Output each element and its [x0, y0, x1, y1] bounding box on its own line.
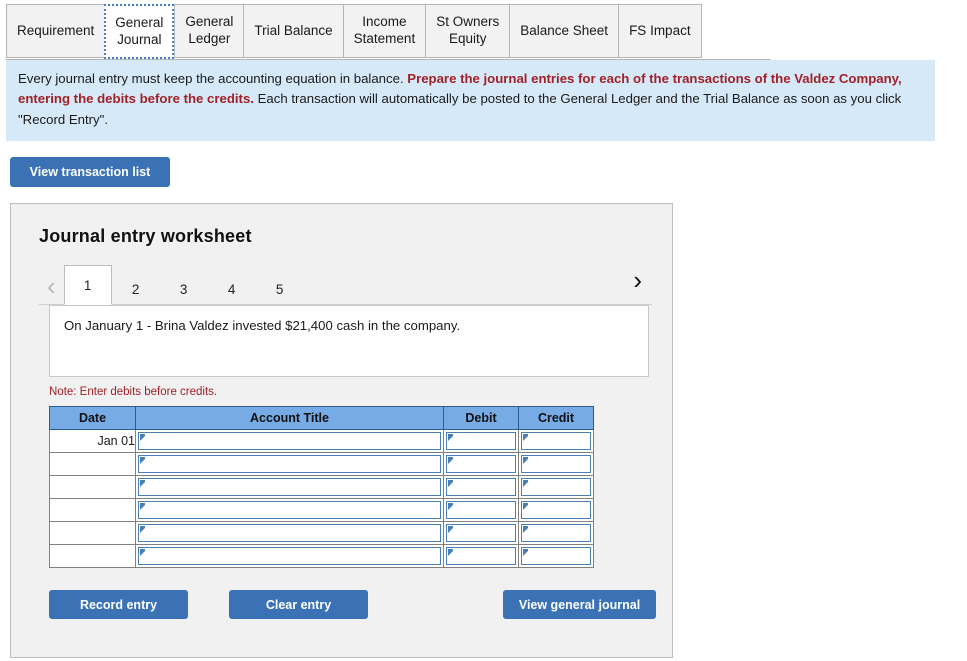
date-cell[interactable] — [49, 498, 136, 523]
account-title-input[interactable] — [138, 455, 441, 474]
journal-table-head: Date Account Title Debit Credit — [49, 406, 594, 431]
account-title-input[interactable] — [138, 524, 441, 543]
table-row — [49, 498, 594, 523]
account-title-input-cell — [135, 429, 444, 454]
column-header-credit: Credit — [518, 406, 594, 431]
worksheet-actions: Record entry Clear entry View general jo… — [49, 590, 656, 620]
transaction-description: On January 1 - Brina Valdez invested $21… — [49, 305, 649, 378]
tab-general-ledger[interactable]: General Ledger — [174, 4, 244, 58]
view-transaction-list-button[interactable]: View transaction list — [10, 157, 170, 188]
account-title-input-cell — [135, 544, 444, 569]
debit-input[interactable] — [446, 455, 516, 474]
debit-input-cell — [443, 498, 519, 523]
table-row: Jan 01 — [49, 429, 594, 454]
credit-input[interactable] — [521, 524, 591, 543]
tab-income-statement[interactable]: Income Statement — [342, 4, 426, 58]
debit-input-cell — [443, 475, 519, 500]
credit-input[interactable] — [521, 501, 591, 520]
journal-entry-table: Date Account Title Debit Credit Jan 01 — [49, 406, 594, 569]
worksheet-pager: ‹ 12345 › — [11, 265, 672, 306]
debit-input[interactable] — [446, 501, 516, 520]
account-title-input[interactable] — [138, 478, 441, 497]
debit-input[interactable] — [446, 547, 516, 566]
debit-input[interactable] — [446, 478, 516, 497]
credit-input-cell — [518, 521, 594, 546]
account-title-input[interactable] — [138, 501, 441, 520]
table-row — [49, 452, 594, 477]
pager-rule — [39, 304, 652, 306]
date-cell[interactable] — [49, 544, 136, 569]
column-header-account-title: Account Title — [135, 406, 444, 431]
account-title-input-cell — [135, 498, 444, 523]
tab-trial-balance[interactable]: Trial Balance — [243, 4, 343, 58]
toolbar: View transaction list — [10, 157, 967, 188]
page-tab-1[interactable]: 1 — [63, 265, 112, 306]
tab-st-owners-equity[interactable]: St Owners Equity — [425, 4, 510, 58]
journal-table-body: Jan 01 — [49, 429, 594, 569]
credit-input[interactable] — [521, 478, 591, 497]
credit-input-cell — [518, 498, 594, 523]
main-tabstrip: Requirement General Journal General Ledger… — [6, 4, 771, 60]
worksheet-title: Journal entry worksheet — [39, 226, 252, 247]
view-general-journal-button[interactable]: View general journal — [503, 590, 656, 620]
tab-fs-impact[interactable]: FS Impact — [618, 4, 702, 58]
date-cell[interactable] — [49, 475, 136, 500]
table-row — [49, 475, 594, 500]
account-title-input[interactable] — [138, 432, 441, 451]
credit-input[interactable] — [521, 432, 591, 451]
credit-input-cell — [518, 544, 594, 569]
debit-input-cell — [443, 429, 519, 454]
credit-input-cell — [518, 452, 594, 477]
page-tab-5[interactable]: 5 — [256, 273, 304, 305]
tab-list: Requirement General Journal General Ledger… — [6, 4, 771, 59]
date-cell[interactable] — [49, 452, 136, 477]
account-title-input[interactable] — [138, 547, 441, 566]
credit-input[interactable] — [521, 455, 591, 474]
clear-entry-button[interactable]: Clear entry — [229, 590, 368, 620]
tab-requirement[interactable]: Requirement — [6, 4, 105, 58]
chevron-right-icon[interactable]: › — [625, 267, 650, 299]
tabstrip-underline — [6, 59, 771, 60]
table-row — [49, 521, 594, 546]
account-title-input-cell — [135, 521, 444, 546]
credit-input-cell — [518, 475, 594, 500]
debit-input[interactable] — [446, 524, 516, 543]
credit-input[interactable] — [521, 547, 591, 566]
debits-before-credits-note: Note: Enter debits before credits. — [49, 386, 218, 399]
debit-input-cell — [443, 452, 519, 477]
account-title-input-cell — [135, 452, 444, 477]
column-header-date: Date — [49, 406, 136, 431]
banner-text-part1: Every journal entry must keep the accoun… — [18, 71, 404, 86]
debit-input-cell — [443, 544, 519, 569]
record-entry-button[interactable]: Record entry — [49, 590, 188, 620]
tab-balance-sheet[interactable]: Balance Sheet — [509, 4, 619, 58]
page-tab-list: 12345 — [63, 265, 304, 306]
page-tab-4[interactable]: 4 — [208, 273, 256, 305]
chevron-left-icon[interactable]: ‹ — [39, 273, 64, 305]
column-header-debit: Debit — [443, 406, 519, 431]
debit-input[interactable] — [446, 432, 516, 451]
debit-input-cell — [443, 521, 519, 546]
table-row — [49, 544, 594, 569]
journal-table-header-row: Date Account Title Debit Credit — [49, 406, 594, 431]
account-title-input-cell — [135, 475, 444, 500]
tab-general-journal[interactable]: General Journal — [104, 4, 175, 59]
date-cell[interactable] — [49, 521, 136, 546]
credit-input-cell — [518, 429, 594, 454]
page-tab-3[interactable]: 3 — [160, 273, 208, 305]
page-tab-2[interactable]: 2 — [112, 273, 160, 305]
date-cell[interactable]: Jan 01 — [49, 429, 136, 454]
journal-entry-worksheet-panel: Journal entry worksheet ‹ 12345 › On Jan… — [10, 203, 673, 659]
instruction-banner: Every journal entry must keep the accoun… — [6, 60, 935, 142]
